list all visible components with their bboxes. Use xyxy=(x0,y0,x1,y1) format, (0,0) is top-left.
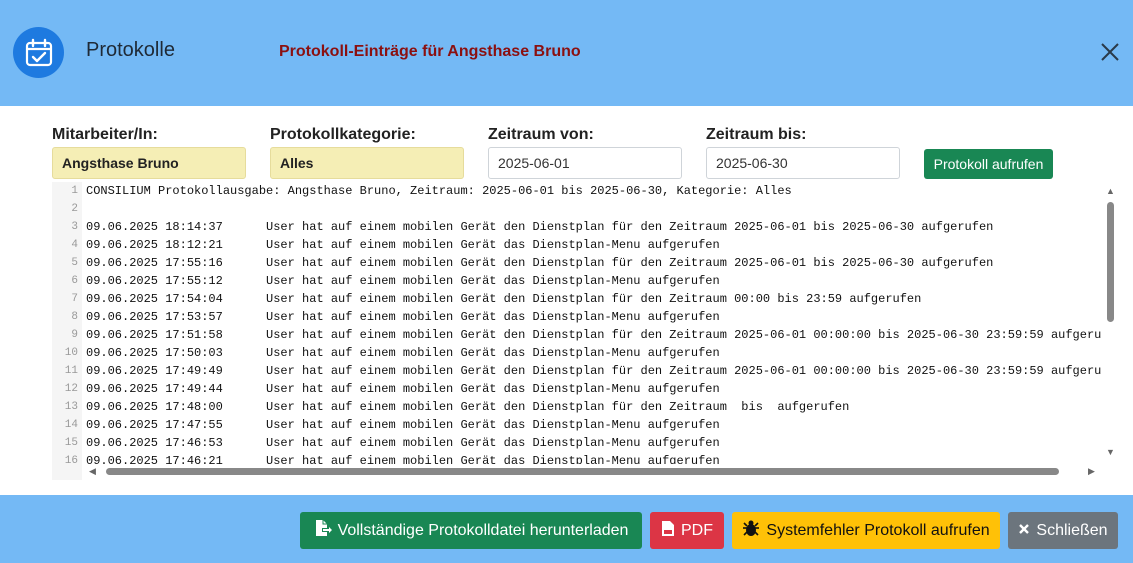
log-line-text: 09.06.2025 17:51:58 User hat auf einem m… xyxy=(86,328,1102,342)
date-from-label: Zeitraum von: xyxy=(488,126,594,143)
log-line: 3 09.06.2025 18:14:37 User hat auf einem … xyxy=(52,218,1105,236)
category-label: Protokollkategorie: xyxy=(270,126,416,143)
date-from-input[interactable]: 2025-06-01 xyxy=(488,147,682,179)
load-log-button[interactable]: Protokoll aufrufen xyxy=(924,149,1053,179)
log-line: 6 09.06.2025 17:55:12 User hat auf einem … xyxy=(52,272,1105,290)
line-number: 8 xyxy=(71,311,78,323)
line-number: 6 xyxy=(71,275,78,287)
vertical-scrollbar[interactable]: ▲ ▼ xyxy=(1104,182,1118,460)
line-number: 3 xyxy=(71,221,78,233)
modal-title: Protokolle xyxy=(86,39,175,61)
log-lines: 1 CONSILIUM Protokollausgabe: Angsthase B… xyxy=(52,182,1105,464)
log-line: 12 09.06.2025 17:49:44 User hat auf einem… xyxy=(52,380,1105,398)
scroll-left-icon[interactable]: ◀ xyxy=(89,466,96,476)
log-line: 15 09.06.2025 17:46:53 User hat auf einem… xyxy=(52,434,1105,452)
line-number: 14 xyxy=(64,419,78,431)
line-number: 1 xyxy=(71,185,78,197)
employee-label: Mitarbeiter/In: xyxy=(52,126,158,143)
log-line-text: 09.06.2025 17:46:53 User hat auf einem m… xyxy=(86,436,720,450)
log-line-text: 09.06.2025 18:14:37 User hat auf einem m… xyxy=(86,220,994,234)
log-line: 9 09.06.2025 17:51:58 User hat auf einem … xyxy=(52,326,1105,344)
log-line-text: 09.06.2025 17:47:55 User hat auf einem m… xyxy=(86,418,720,432)
download-log-label: Vollständige Protokolldatei herunterlade… xyxy=(337,521,629,539)
log-line: 8 09.06.2025 17:53:57 User hat auf einem … xyxy=(52,308,1105,326)
date-to-label: Zeitraum bis: xyxy=(706,126,807,143)
times-icon xyxy=(1018,522,1030,540)
log-line-text: 09.06.2025 17:49:49 User hat auf einem m… xyxy=(86,364,1102,378)
system-error-log-button[interactable]: Systemfehler Protokoll aufrufen xyxy=(732,512,1000,549)
close-button[interactable]: Schließen xyxy=(1008,512,1118,549)
scroll-right-icon[interactable]: ▶ xyxy=(1088,466,1095,476)
line-number: 12 xyxy=(64,383,78,395)
employee-field[interactable]: Angsthase Bruno xyxy=(52,147,246,179)
log-line: 13 09.06.2025 17:48:00 User hat auf einem… xyxy=(52,398,1105,416)
log-line: 7 09.06.2025 17:54:04 User hat auf einem … xyxy=(52,290,1105,308)
log-line-text: CONSILIUM Protokollausgabe: Angsthase Br… xyxy=(86,184,792,198)
line-number: 9 xyxy=(71,329,78,341)
line-number: 2 xyxy=(71,203,78,215)
log-line-text: 09.06.2025 17:54:04 User hat auf einem m… xyxy=(86,292,922,306)
modal-subtitle: Protokoll-Einträge für Angsthase Bruno xyxy=(279,43,581,60)
line-number: 7 xyxy=(71,293,78,305)
pdf-button[interactable]: PDF xyxy=(650,512,724,549)
log-line: 10 09.06.2025 17:50:03 User hat auf einem… xyxy=(52,344,1105,362)
log-line: 4 09.06.2025 18:12:21 User hat auf einem … xyxy=(52,236,1105,254)
close-icon[interactable] xyxy=(1098,40,1122,64)
pdf-label: PDF xyxy=(681,521,713,539)
log-line: 1 CONSILIUM Protokollausgabe: Angsthase B… xyxy=(52,182,1105,200)
log-line: 2 xyxy=(52,200,1105,218)
bug-icon xyxy=(742,519,760,542)
line-number: 15 xyxy=(64,437,78,449)
date-to-input[interactable]: 2025-06-30 xyxy=(706,147,900,179)
line-number: 5 xyxy=(71,257,78,269)
log-line-text: 09.06.2025 17:48:00 User hat auf einem m… xyxy=(86,400,850,414)
modal-header: Protokolle Protokoll-Einträge für Angsth… xyxy=(0,0,1133,106)
log-line-text: 09.06.2025 17:55:12 User hat auf einem m… xyxy=(86,274,720,288)
log-line: 5 09.06.2025 17:55:16 User hat auf einem … xyxy=(52,254,1105,272)
line-number: 16 xyxy=(64,455,78,464)
log-line-text: 09.06.2025 17:53:57 User hat auf einem m… xyxy=(86,310,720,324)
file-pdf-icon xyxy=(661,520,675,542)
file-export-icon xyxy=(314,519,332,542)
line-number: 13 xyxy=(64,401,78,413)
category-field[interactable]: Alles xyxy=(270,147,464,179)
line-number: 10 xyxy=(64,347,78,359)
log-line: 11 09.06.2025 17:49:49 User hat auf einem… xyxy=(52,362,1105,380)
log-line-text: 09.06.2025 17:55:16 User hat auf einem m… xyxy=(86,256,994,270)
system-error-log-label: Systemfehler Protokoll aufrufen xyxy=(766,521,990,539)
log-viewer[interactable]: 1 CONSILIUM Protokollausgabe: Angsthase B… xyxy=(52,182,1119,480)
line-number: 11 xyxy=(64,365,78,377)
scroll-down-icon[interactable]: ▼ xyxy=(1106,447,1115,457)
log-line-text: 09.06.2025 17:49:44 User hat auf einem m… xyxy=(86,382,720,396)
log-line-text: 09.06.2025 18:12:21 User hat auf einem m… xyxy=(86,238,720,252)
calendar-check-icon xyxy=(13,27,64,78)
horizontal-scrollbar[interactable]: ◀ ▶ xyxy=(86,463,1104,479)
close-label: Schließen xyxy=(1036,521,1108,539)
vertical-scroll-thumb[interactable] xyxy=(1107,202,1114,322)
horizontal-scroll-thumb[interactable] xyxy=(106,468,1059,475)
download-log-button[interactable]: Vollständige Protokolldatei herunterlade… xyxy=(300,512,642,549)
modal-footer: Vollständige Protokolldatei herunterlade… xyxy=(0,495,1133,563)
scroll-up-icon[interactable]: ▲ xyxy=(1106,186,1115,196)
log-line: 14 09.06.2025 17:47:55 User hat auf einem… xyxy=(52,416,1105,434)
log-line-text: 09.06.2025 17:50:03 User hat auf einem m… xyxy=(86,346,720,360)
line-number: 4 xyxy=(71,239,78,251)
